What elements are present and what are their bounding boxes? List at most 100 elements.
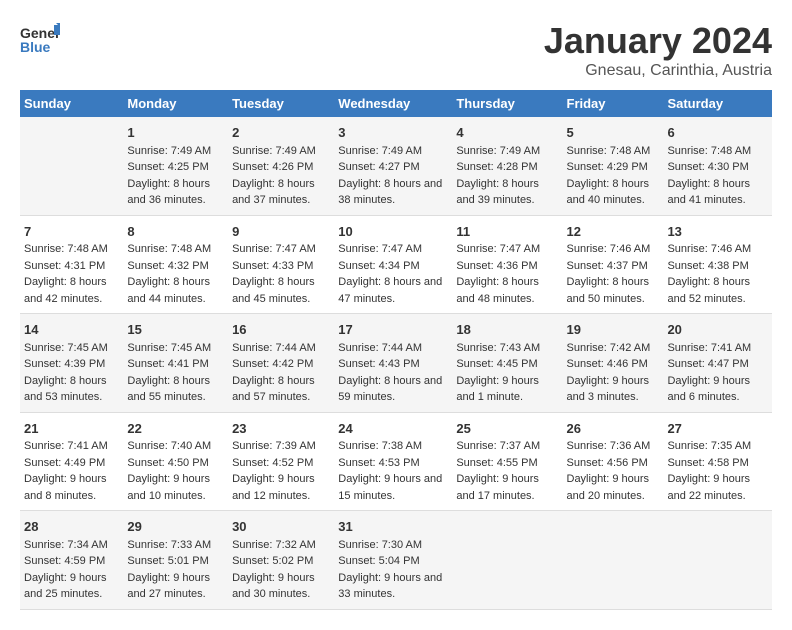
sunset-text: Sunset: 4:59 PM (24, 553, 119, 570)
week-row-5: 28Sunrise: 7:34 AMSunset: 4:59 PMDayligh… (20, 511, 772, 610)
day-number: 15 (127, 320, 224, 340)
sunrise-text: Sunrise: 7:49 AM (456, 143, 558, 160)
cell-w2-d2: 8Sunrise: 7:48 AMSunset: 4:32 PMDaylight… (123, 215, 228, 314)
daylight-text: Daylight: 9 hours and 20 minutes. (567, 471, 660, 504)
day-number: 6 (667, 123, 768, 143)
cell-w3-d4: 17Sunrise: 7:44 AMSunset: 4:43 PMDayligh… (334, 314, 452, 413)
day-number: 18 (456, 320, 558, 340)
header-saturday: Saturday (663, 90, 772, 117)
sunset-text: Sunset: 4:41 PM (127, 356, 224, 373)
sunset-text: Sunset: 4:30 PM (667, 159, 768, 176)
daylight-text: Daylight: 9 hours and 1 minute. (456, 373, 558, 406)
sunset-text: Sunset: 4:42 PM (232, 356, 330, 373)
day-number: 3 (338, 123, 448, 143)
cell-w5-d5 (452, 511, 562, 610)
cell-w2-d7: 13Sunrise: 7:46 AMSunset: 4:38 PMDayligh… (663, 215, 772, 314)
logo: General Blue (20, 20, 60, 65)
sunset-text: Sunset: 5:02 PM (232, 553, 330, 570)
daylight-text: Daylight: 8 hours and 52 minutes. (667, 274, 768, 307)
sunrise-text: Sunrise: 7:35 AM (667, 438, 768, 455)
day-number: 20 (667, 320, 768, 340)
day-number: 28 (24, 517, 119, 537)
cell-w4-d7: 27Sunrise: 7:35 AMSunset: 4:58 PMDayligh… (663, 412, 772, 511)
week-row-3: 14Sunrise: 7:45 AMSunset: 4:39 PMDayligh… (20, 314, 772, 413)
sunrise-text: Sunrise: 7:45 AM (127, 340, 224, 357)
sunset-text: Sunset: 4:37 PM (567, 258, 660, 275)
daylight-text: Daylight: 8 hours and 53 minutes. (24, 373, 119, 406)
sunset-text: Sunset: 4:25 PM (127, 159, 224, 176)
sunrise-text: Sunrise: 7:41 AM (24, 438, 119, 455)
cell-w2-d1: 7Sunrise: 7:48 AMSunset: 4:31 PMDaylight… (20, 215, 123, 314)
header-wednesday: Wednesday (334, 90, 452, 117)
cell-w4-d2: 22Sunrise: 7:40 AMSunset: 4:50 PMDayligh… (123, 412, 228, 511)
daylight-text: Daylight: 8 hours and 44 minutes. (127, 274, 224, 307)
sunrise-text: Sunrise: 7:40 AM (127, 438, 224, 455)
day-number: 19 (567, 320, 660, 340)
cell-w4-d5: 25Sunrise: 7:37 AMSunset: 4:55 PMDayligh… (452, 412, 562, 511)
day-number: 12 (567, 222, 660, 242)
day-number: 14 (24, 320, 119, 340)
cell-w5-d3: 30Sunrise: 7:32 AMSunset: 5:02 PMDayligh… (228, 511, 334, 610)
cell-w2-d6: 12Sunrise: 7:46 AMSunset: 4:37 PMDayligh… (563, 215, 664, 314)
day-number: 30 (232, 517, 330, 537)
daylight-text: Daylight: 8 hours and 37 minutes. (232, 176, 330, 209)
svg-text:Blue: Blue (20, 39, 51, 55)
sunrise-text: Sunrise: 7:49 AM (338, 143, 448, 160)
day-number: 9 (232, 222, 330, 242)
day-number: 29 (127, 517, 224, 537)
sunset-text: Sunset: 4:45 PM (456, 356, 558, 373)
cell-w4-d6: 26Sunrise: 7:36 AMSunset: 4:56 PMDayligh… (563, 412, 664, 511)
day-number: 16 (232, 320, 330, 340)
sunset-text: Sunset: 4:27 PM (338, 159, 448, 176)
daylight-text: Daylight: 9 hours and 10 minutes. (127, 471, 224, 504)
daylight-text: Daylight: 9 hours and 27 minutes. (127, 570, 224, 603)
daylight-text: Daylight: 9 hours and 6 minutes. (667, 373, 768, 406)
daylight-text: Daylight: 8 hours and 45 minutes. (232, 274, 330, 307)
cell-w2-d5: 11Sunrise: 7:47 AMSunset: 4:36 PMDayligh… (452, 215, 562, 314)
cell-w1-d4: 3Sunrise: 7:49 AMSunset: 4:27 PMDaylight… (334, 117, 452, 215)
daylight-text: Daylight: 9 hours and 22 minutes. (667, 471, 768, 504)
sunrise-text: Sunrise: 7:37 AM (456, 438, 558, 455)
sunrise-text: Sunrise: 7:48 AM (667, 143, 768, 160)
sunrise-text: Sunrise: 7:36 AM (567, 438, 660, 455)
sunrise-text: Sunrise: 7:49 AM (127, 143, 224, 160)
sunrise-text: Sunrise: 7:46 AM (667, 241, 768, 258)
header-thursday: Thursday (452, 90, 562, 117)
day-number: 17 (338, 320, 448, 340)
cell-w4-d4: 24Sunrise: 7:38 AMSunset: 4:53 PMDayligh… (334, 412, 452, 511)
cell-w3-d3: 16Sunrise: 7:44 AMSunset: 4:42 PMDayligh… (228, 314, 334, 413)
daylight-text: Daylight: 9 hours and 33 minutes. (338, 570, 448, 603)
sunset-text: Sunset: 5:01 PM (127, 553, 224, 570)
daylight-text: Daylight: 8 hours and 55 minutes. (127, 373, 224, 406)
sunset-text: Sunset: 4:56 PM (567, 455, 660, 472)
sunrise-text: Sunrise: 7:30 AM (338, 537, 448, 554)
daylight-text: Daylight: 9 hours and 30 minutes. (232, 570, 330, 603)
day-number: 22 (127, 419, 224, 439)
page-header: General Blue January 2024 Gnesau, Carint… (20, 20, 772, 80)
daylight-text: Daylight: 9 hours and 8 minutes. (24, 471, 119, 504)
sunset-text: Sunset: 4:33 PM (232, 258, 330, 275)
cell-w5-d7 (663, 511, 772, 610)
week-row-4: 21Sunrise: 7:41 AMSunset: 4:49 PMDayligh… (20, 412, 772, 511)
daylight-text: Daylight: 9 hours and 3 minutes. (567, 373, 660, 406)
sunrise-text: Sunrise: 7:47 AM (232, 241, 330, 258)
day-number: 24 (338, 419, 448, 439)
sunset-text: Sunset: 4:28 PM (456, 159, 558, 176)
day-number: 8 (127, 222, 224, 242)
sunrise-text: Sunrise: 7:44 AM (338, 340, 448, 357)
week-row-1: 1Sunrise: 7:49 AMSunset: 4:25 PMDaylight… (20, 117, 772, 215)
sunset-text: Sunset: 4:53 PM (338, 455, 448, 472)
cell-w1-d5: 4Sunrise: 7:49 AMSunset: 4:28 PMDaylight… (452, 117, 562, 215)
daylight-text: Daylight: 8 hours and 47 minutes. (338, 274, 448, 307)
sunset-text: Sunset: 4:49 PM (24, 455, 119, 472)
cell-w5-d4: 31Sunrise: 7:30 AMSunset: 5:04 PMDayligh… (334, 511, 452, 610)
daylight-text: Daylight: 8 hours and 38 minutes. (338, 176, 448, 209)
cell-w2-d3: 9Sunrise: 7:47 AMSunset: 4:33 PMDaylight… (228, 215, 334, 314)
sunset-text: Sunset: 4:43 PM (338, 356, 448, 373)
cell-w1-d7: 6Sunrise: 7:48 AMSunset: 4:30 PMDaylight… (663, 117, 772, 215)
title-section: January 2024 Gnesau, Carinthia, Austria (544, 20, 772, 80)
day-number: 21 (24, 419, 119, 439)
header-friday: Friday (563, 90, 664, 117)
day-number: 1 (127, 123, 224, 143)
cell-w4-d1: 21Sunrise: 7:41 AMSunset: 4:49 PMDayligh… (20, 412, 123, 511)
